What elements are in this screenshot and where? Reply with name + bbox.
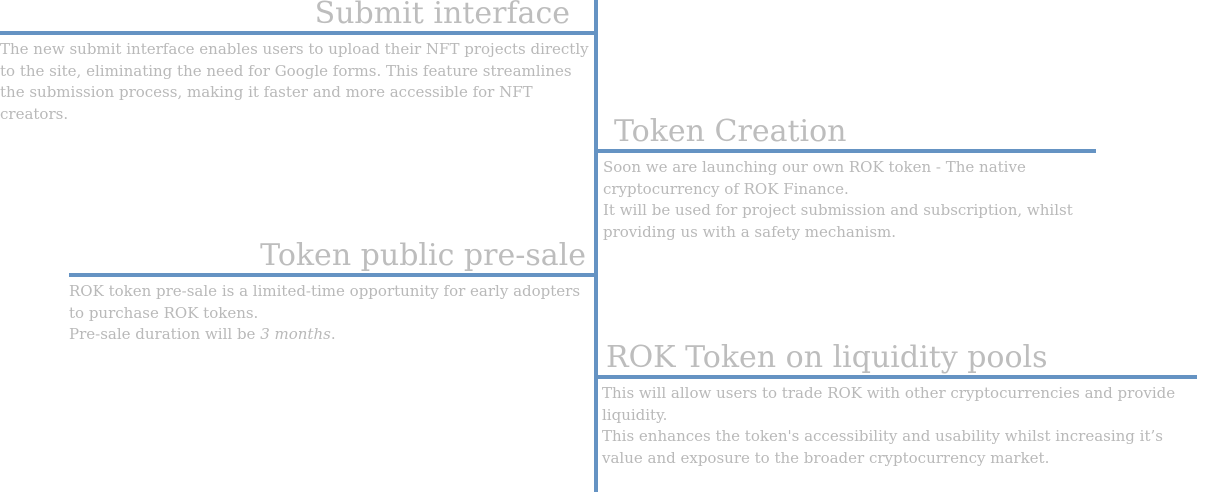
roadmap-item-title: ROK Token on liquidity pools xyxy=(606,340,1048,375)
roadmap-item-description: This will allow users to trade ROK with … xyxy=(596,383,1200,469)
roadmap-item-paragraph: Pre-sale duration will be 3 months. xyxy=(69,324,589,346)
roadmap-item-paragraph: It will be used for project submission a… xyxy=(603,201,1073,241)
roadmap-item-paragraph: The new submit interface enables users t… xyxy=(0,40,589,123)
roadmap-item-title: Token Creation xyxy=(614,114,847,149)
roadmap-item-description: Soon we are launching our own ROK token … xyxy=(596,157,1098,243)
roadmap-item-paragraph: ROK token pre-sale is a limited-time opp… xyxy=(69,282,581,322)
roadmap-item-title: Submit interface xyxy=(314,0,570,31)
presale-duration-prefix: Pre-sale duration will be xyxy=(69,325,261,343)
roadmap-item-paragraph: This will allow users to trade ROK with … xyxy=(602,384,1176,424)
roadmap-item-token-public-presale: Token public pre-sale ROK token pre-sale… xyxy=(69,239,596,346)
roadmap-item-token-creation: Token Creation Soon we are launching our… xyxy=(596,115,1096,243)
roadmap-item-divider xyxy=(69,273,596,277)
roadmap-item-divider xyxy=(596,375,1197,379)
roadmap-item-description: The new submit interface enables users t… xyxy=(0,39,590,125)
roadmap-item-title: Token public pre-sale xyxy=(260,238,586,273)
presale-duration-value: 3 months xyxy=(260,325,331,343)
roadmap-item-divider xyxy=(0,31,596,35)
roadmap-item-divider xyxy=(596,149,1096,153)
roadmap-item-submit-interface: Submit interface The new submit interfac… xyxy=(0,0,596,125)
roadmap-item-paragraph: This enhances the token's accessibility … xyxy=(602,427,1163,467)
presale-duration-suffix: . xyxy=(330,325,336,343)
roadmap-item-liquidity-pools: ROK Token on liquidity pools This will a… xyxy=(596,341,1197,469)
roadmap-item-paragraph: Soon we are launching our own ROK token … xyxy=(603,158,1026,198)
roadmap-item-description: ROK token pre-sale is a limited-time opp… xyxy=(69,281,589,346)
